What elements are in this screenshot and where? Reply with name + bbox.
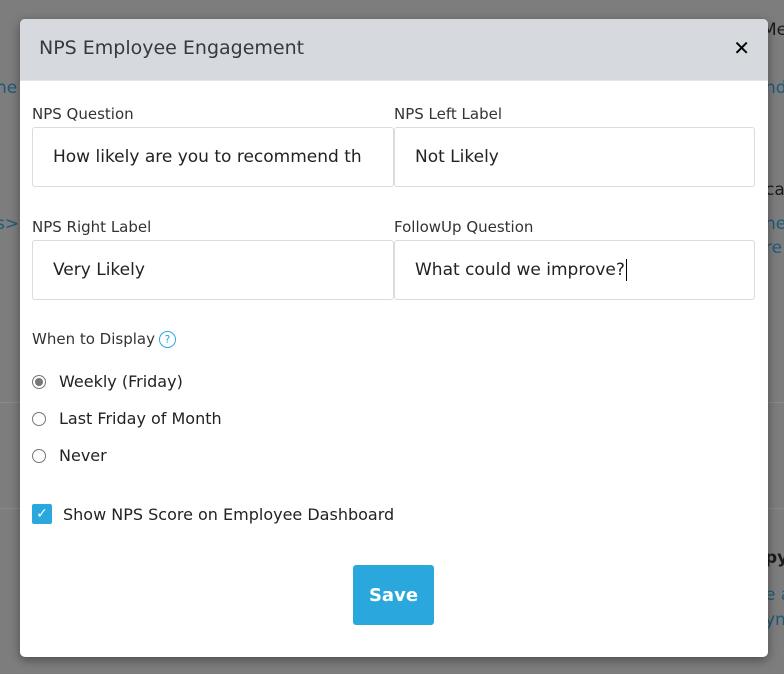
nps-modal: NPS Employee Engagement ✕ NPS Question H… [20, 19, 768, 657]
nps-question-label: NPS Question [32, 105, 134, 123]
save-button[interactable]: Save [353, 565, 434, 625]
modal-title: NPS Employee Engagement [39, 37, 305, 59]
radio-label: Weekly (Friday) [59, 372, 183, 391]
text-cursor [625, 259, 627, 281]
radio-unselected-icon[interactable] [32, 411, 46, 426]
nps-question-input[interactable]: How likely are you to recommend th [32, 127, 394, 187]
when-to-display-text: When to Display [32, 330, 155, 348]
nps-right-label-label: NPS Right Label [32, 218, 152, 236]
followup-question-input[interactable]: What could we improve? [394, 240, 755, 300]
radio-unselected-icon[interactable] [32, 448, 46, 463]
show-score-label: Show NPS Score on Employee Dashboard [63, 504, 395, 524]
radio-never[interactable]: Never [32, 446, 107, 465]
show-score-checkbox-row[interactable]: ✓ Show NPS Score on Employee Dashboard [32, 504, 394, 524]
nps-right-label-input[interactable]: Very Likely [32, 240, 394, 300]
nps-left-label-input[interactable]: Not Likely [394, 127, 755, 187]
followup-question-label: FollowUp Question [394, 218, 534, 236]
checkbox-checked-icon[interactable]: ✓ [32, 504, 52, 524]
bg-link[interactable]: s> [0, 214, 19, 234]
radio-selected-icon[interactable] [32, 374, 46, 389]
modal-header: NPS Employee Engagement ✕ [20, 19, 768, 81]
help-icon[interactable]: ? [158, 331, 176, 348]
when-to-display-label: When to Display? [32, 330, 176, 348]
nps-left-label-label: NPS Left Label [394, 105, 503, 123]
close-icon[interactable]: ✕ [733, 37, 750, 59]
radio-label: Last Friday of Month [59, 409, 222, 428]
followup-question-value: What could we improve? [415, 260, 625, 280]
radio-weekly[interactable]: Weekly (Friday) [32, 372, 183, 391]
radio-last-friday[interactable]: Last Friday of Month [32, 409, 222, 428]
bg-link[interactable]: he [0, 78, 17, 98]
radio-label: Never [59, 446, 107, 465]
